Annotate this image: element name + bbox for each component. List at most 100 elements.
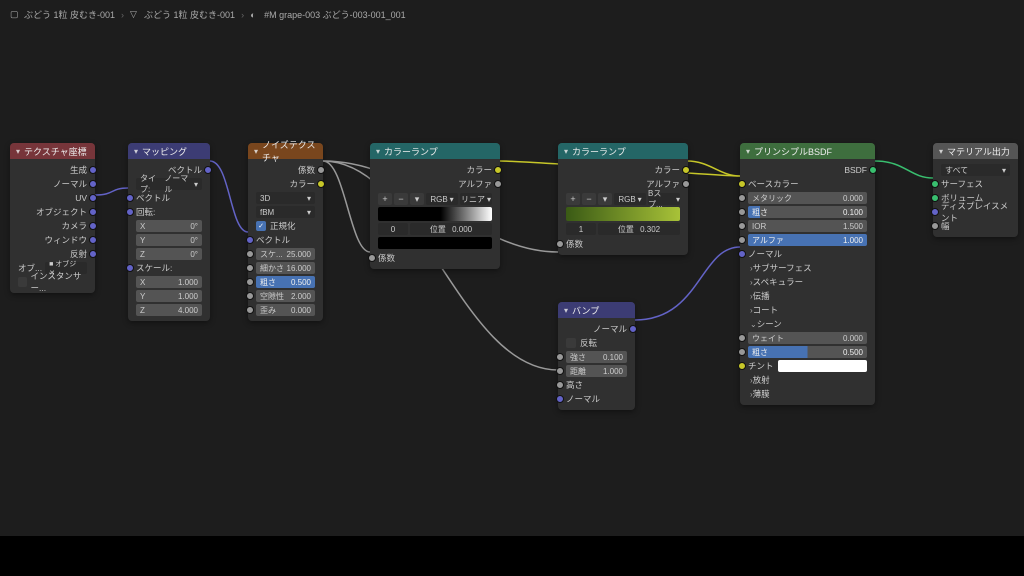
node-noise-texture[interactable]: ノイズテクスチャ 係数 カラー 3D▾ fBM▾ 正規化 ベクトル スケ...2… [248, 143, 323, 321]
socket[interactable] [682, 166, 690, 174]
type-select[interactable]: タイプ:ノーマル▾ [136, 178, 202, 190]
node-material-output[interactable]: マテリアル出力 すべて▾ サーフェス ボリューム ディスプレイスメント 幅 [933, 143, 1018, 237]
node-mapping[interactable]: マッピング ベクトル タイプ:ノーマル▾ ベクトル 回転: X0° Y0° Z0… [128, 143, 210, 321]
stop-index[interactable]: 1 [566, 223, 596, 235]
tint-swatch[interactable] [778, 360, 867, 372]
socket[interactable] [89, 250, 97, 258]
socket[interactable] [246, 292, 254, 300]
node-header[interactable]: マテリアル出力 [933, 143, 1018, 159]
socket[interactable] [738, 334, 746, 342]
flip-button[interactable]: ▾ [598, 193, 612, 205]
socket[interactable] [931, 180, 939, 188]
socket[interactable] [368, 254, 376, 262]
alpha-slider[interactable]: アルファ1.000 [748, 234, 867, 246]
sheen-weight-field[interactable]: ウェイト0.000 [748, 332, 867, 344]
checkbox-instancer[interactable] [18, 277, 27, 287]
ramp-toolbar[interactable]: + − ▾ RGB ▾ Bスプ... ▾ [566, 193, 680, 205]
add-stop-button[interactable]: + [378, 193, 392, 205]
socket[interactable] [89, 208, 97, 216]
node-header[interactable]: プリンシプルBSDF [740, 143, 875, 159]
rot-x[interactable]: X0° [136, 220, 202, 232]
scale-z[interactable]: Z4.000 [136, 304, 202, 316]
socket[interactable] [556, 395, 564, 403]
socket[interactable] [126, 208, 134, 216]
expand-sheen[interactable]: ⌄ [748, 320, 757, 329]
interp-select[interactable]: Bスプ... ▾ [648, 193, 680, 205]
ramp-toolbar[interactable]: + − ▾ RGB ▾ リニア ▾ [378, 193, 492, 205]
socket[interactable] [89, 194, 97, 202]
socket[interactable] [931, 208, 939, 216]
roughness-slider[interactable]: 粗さ0.100 [748, 206, 867, 218]
roughness-slider[interactable]: 粗さ0.500 [256, 276, 315, 288]
node-bump[interactable]: バンプ ノーマル 反転 強さ0.100 距離1.000 高さ ノーマル [558, 302, 635, 410]
rgb-select[interactable]: RGB ▾ [614, 193, 646, 205]
sheen-rough-slider[interactable]: 粗さ0.500 [748, 346, 867, 358]
remove-stop-button[interactable]: − [394, 193, 408, 205]
node-principled-bsdf[interactable]: プリンシプルBSDF BSDF ベースカラー メタリック0.000 粗さ0.10… [740, 143, 875, 405]
type-select[interactable]: fBM▾ [256, 206, 315, 218]
node-header[interactable]: バンプ [558, 302, 635, 318]
dim-select[interactable]: 3D▾ [256, 192, 315, 204]
socket[interactable] [89, 236, 97, 244]
socket[interactable] [738, 250, 746, 258]
stop-position[interactable]: 位置 0.302 [598, 223, 680, 235]
socket[interactable] [126, 194, 134, 202]
socket[interactable] [931, 222, 939, 230]
socket[interactable] [317, 180, 325, 188]
socket[interactable] [738, 208, 746, 216]
node-color-ramp-2[interactable]: カラーランプ カラー アルファ + − ▾ RGB ▾ Bスプ... ▾ 1 位… [558, 143, 688, 255]
socket[interactable] [629, 325, 637, 333]
node-header[interactable]: カラーランプ [370, 143, 500, 159]
socket[interactable] [738, 362, 746, 370]
socket[interactable] [738, 236, 746, 244]
ior-field[interactable]: IOR1.500 [748, 220, 867, 232]
remove-stop-button[interactable]: − [582, 193, 596, 205]
socket[interactable] [556, 240, 564, 248]
strength-field[interactable]: 強さ0.100 [566, 351, 627, 363]
socket[interactable] [738, 194, 746, 202]
node-header[interactable]: ノイズテクスチャ [248, 143, 323, 159]
socket[interactable] [494, 180, 502, 188]
checkbox-invert[interactable] [566, 338, 576, 348]
socket[interactable] [89, 222, 97, 230]
detail-field[interactable]: 細かさ16.000 [256, 262, 315, 274]
checkbox-normalize[interactable] [256, 221, 266, 231]
socket[interactable] [931, 194, 939, 202]
socket[interactable] [317, 166, 325, 174]
distance-field[interactable]: 距離1.000 [566, 365, 627, 377]
rot-y[interactable]: Y0° [136, 234, 202, 246]
scale-field[interactable]: スケ...25.000 [256, 248, 315, 260]
socket[interactable] [246, 250, 254, 258]
node-color-ramp-1[interactable]: カラーランプ カラー アルファ + − ▾ RGB ▾ リニア ▾ 0 位置 0… [370, 143, 500, 269]
socket[interactable] [738, 222, 746, 230]
socket[interactable] [246, 236, 254, 244]
socket[interactable] [556, 381, 564, 389]
socket[interactable] [738, 348, 746, 356]
distortion-field[interactable]: 歪み0.000 [256, 304, 315, 316]
node-texture-coordinate[interactable]: テクスチャ座標 生成 ノーマル UV オブジェクト カメラ ウィンドウ 反射 オ… [10, 143, 95, 293]
socket[interactable] [869, 166, 877, 174]
metallic-field[interactable]: メタリック0.000 [748, 192, 867, 204]
socket[interactable] [556, 367, 564, 375]
socket[interactable] [556, 353, 564, 361]
scale-y[interactable]: Y1.000 [136, 290, 202, 302]
socket[interactable] [246, 264, 254, 272]
color-ramp-gradient[interactable] [378, 207, 492, 221]
stop-color-swatch[interactable] [378, 237, 492, 249]
node-header[interactable]: テクスチャ座標 [10, 143, 95, 159]
add-stop-button[interactable]: + [566, 193, 580, 205]
stop-position[interactable]: 位置 0.000 [410, 223, 492, 235]
socket[interactable] [204, 166, 212, 174]
interp-select[interactable]: リニア ▾ [460, 193, 492, 205]
node-header[interactable]: マッピング [128, 143, 210, 159]
flip-button[interactable]: ▾ [410, 193, 424, 205]
stop-index[interactable]: 0 [378, 223, 408, 235]
scale-x[interactable]: X1.000 [136, 276, 202, 288]
socket[interactable] [738, 180, 746, 188]
lacunarity-field[interactable]: 空隙性2.000 [256, 290, 315, 302]
rgb-select[interactable]: RGB ▾ [426, 193, 458, 205]
target-select[interactable]: すべて▾ [941, 164, 1010, 176]
socket[interactable] [682, 180, 690, 188]
socket[interactable] [494, 166, 502, 174]
socket[interactable] [246, 278, 254, 286]
